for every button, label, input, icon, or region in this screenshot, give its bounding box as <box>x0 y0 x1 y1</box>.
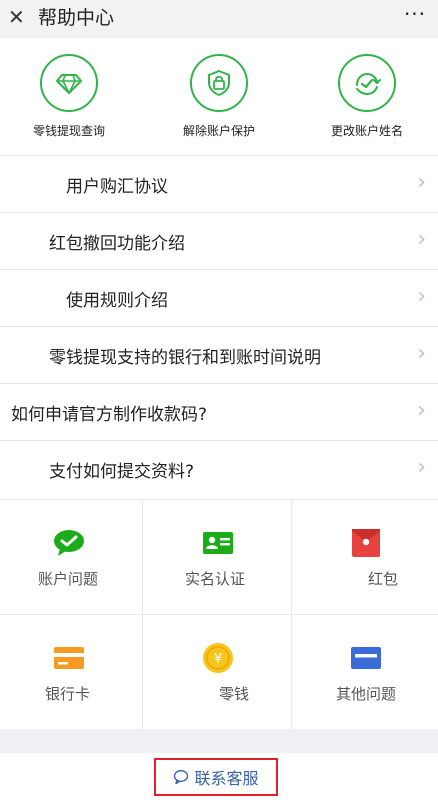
list-item-label: 支付如何提交资料? <box>49 462 195 482</box>
category-red-packet[interactable]: 红包 <box>292 500 438 615</box>
other-card-icon <box>349 643 383 673</box>
category-label: 账户问题 <box>38 570 99 588</box>
shortcut-panel: 零钱提现查询 解除账户保护 更改账户姓名 <box>0 38 438 156</box>
lock-icon <box>190 54 248 112</box>
category-label: 零钱 <box>219 685 250 703</box>
close-icon[interactable]: ✕ <box>8 4 30 30</box>
chevron-right-icon: › <box>417 398 426 423</box>
red-packet-icon <box>349 528 383 558</box>
category-real-name-verification[interactable]: 实名认证 <box>143 500 289 615</box>
refresh-check-icon <box>338 54 396 112</box>
category-label: 红包 <box>368 570 399 588</box>
list-item[interactable]: 红包撤回功能介绍 › <box>0 213 438 270</box>
category-label: 其他问题 <box>336 685 397 703</box>
list-item-label: 使用规则介绍 <box>66 291 168 311</box>
footer: 联系客服 <box>0 753 438 800</box>
chevron-right-icon: › <box>417 170 426 195</box>
page-title: 帮助中心 <box>38 7 115 29</box>
coin-icon: ¥ <box>201 643 235 673</box>
faq-list: 用户购汇协议 › 红包撤回功能介绍 › 使用规则介绍 › 零钱提现支持的银行和到… <box>0 156 438 498</box>
more-options-icon[interactable]: ··· <box>398 2 432 30</box>
bank-card-icon <box>52 643 86 673</box>
id-card-icon <box>201 528 235 558</box>
list-item[interactable]: 如何申请官方制作收款码? › <box>0 384 438 441</box>
svg-text:¥: ¥ <box>214 652 222 667</box>
chat-bubble-icon <box>173 769 189 785</box>
category-label: 银行卡 <box>45 685 91 703</box>
category-account-issues[interactable]: 账户问题 <box>0 500 146 615</box>
section-separator <box>0 729 438 753</box>
chevron-right-icon: › <box>417 227 426 252</box>
list-item[interactable]: 支付如何提交资料? › <box>0 441 438 498</box>
shortcut-label: 解除账户保护 <box>182 124 255 138</box>
shortcut-change-withdrawal-query[interactable]: 零钱提现查询 <box>0 54 139 139</box>
list-item[interactable]: 用户购汇协议 › <box>0 156 438 213</box>
contact-support-label: 联系客服 <box>194 769 259 788</box>
category-bank-card[interactable]: 银行卡 <box>0 615 146 730</box>
list-item[interactable]: 使用规则介绍 › <box>0 270 438 327</box>
chevron-right-icon: › <box>417 455 426 480</box>
shortcut-label: 更改账户姓名 <box>330 124 403 138</box>
shortcut-label: 零钱提现查询 <box>32 124 105 138</box>
top-bar: ✕ 帮助中心 ··· <box>0 0 438 38</box>
list-item[interactable]: 零钱提现支持的银行和到账时间说明 › <box>0 327 438 384</box>
category-other-issues[interactable]: 其他问题 <box>292 615 438 730</box>
diamond-icon <box>40 54 98 112</box>
category-label: 实名认证 <box>185 570 246 588</box>
list-item-label: 零钱提现支持的银行和到账时间说明 <box>49 348 321 368</box>
category-grid: 账户问题 实名认证 红包 银行卡 ¥ 零钱 其他问题 <box>0 499 438 730</box>
category-change-balance[interactable]: ¥ 零钱 <box>143 615 289 730</box>
contact-support-button[interactable]: 联系客服 <box>154 758 278 796</box>
list-item-label: 如何申请官方制作收款码? <box>11 405 208 425</box>
checkmark-bubble-icon <box>52 528 86 558</box>
shortcut-remove-account-protection[interactable]: 解除账户保护 <box>149 54 289 139</box>
shortcut-change-account-name[interactable]: 更改账户姓名 <box>297 54 437 139</box>
list-item-label: 用户购汇协议 <box>66 177 168 197</box>
chevron-right-icon: › <box>417 284 426 309</box>
chevron-right-icon: › <box>417 341 426 366</box>
list-item-label: 红包撤回功能介绍 <box>49 234 185 254</box>
